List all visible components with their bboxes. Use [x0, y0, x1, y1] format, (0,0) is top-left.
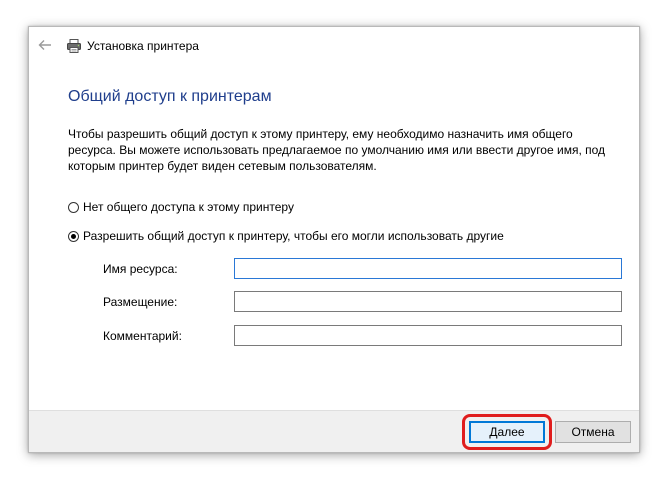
- window-title: Установка принтера: [87, 39, 199, 53]
- printer-icon: [67, 39, 81, 53]
- next-button[interactable]: Далее: [469, 421, 545, 443]
- share-name-label: Имя ресурса:: [103, 262, 178, 276]
- radio-no-sharing-indicator[interactable]: [68, 201, 79, 213]
- printer-setup-dialog: Установка принтера Общий доступ к принте…: [28, 26, 640, 453]
- radio-share-printer[interactable]: Разрешить общий доступ к принтеру, чтобы…: [68, 228, 504, 244]
- comment-label: Комментарий:: [103, 329, 182, 343]
- radio-share-printer-indicator[interactable]: [68, 230, 79, 242]
- back-arrow-icon[interactable]: [37, 37, 53, 53]
- comment-input[interactable]: [234, 325, 622, 346]
- radio-no-sharing[interactable]: Нет общего доступа к этому принтеру: [68, 199, 294, 215]
- dialog-titlebar: Установка принтера: [29, 27, 639, 67]
- dialog-footer: Далее Отмена: [29, 410, 639, 452]
- cancel-button[interactable]: Отмена: [555, 421, 631, 443]
- location-input[interactable]: [234, 291, 622, 312]
- radio-no-sharing-label: Нет общего доступа к этому принтеру: [83, 200, 294, 214]
- location-label: Размещение:: [103, 295, 178, 309]
- share-name-input[interactable]: [234, 258, 622, 279]
- page-title: Общий доступ к принтерам: [68, 88, 272, 105]
- page-description: Чтобы разрешить общий доступ к этому при…: [68, 127, 606, 173]
- radio-share-printer-label: Разрешить общий доступ к принтеру, чтобы…: [83, 229, 504, 243]
